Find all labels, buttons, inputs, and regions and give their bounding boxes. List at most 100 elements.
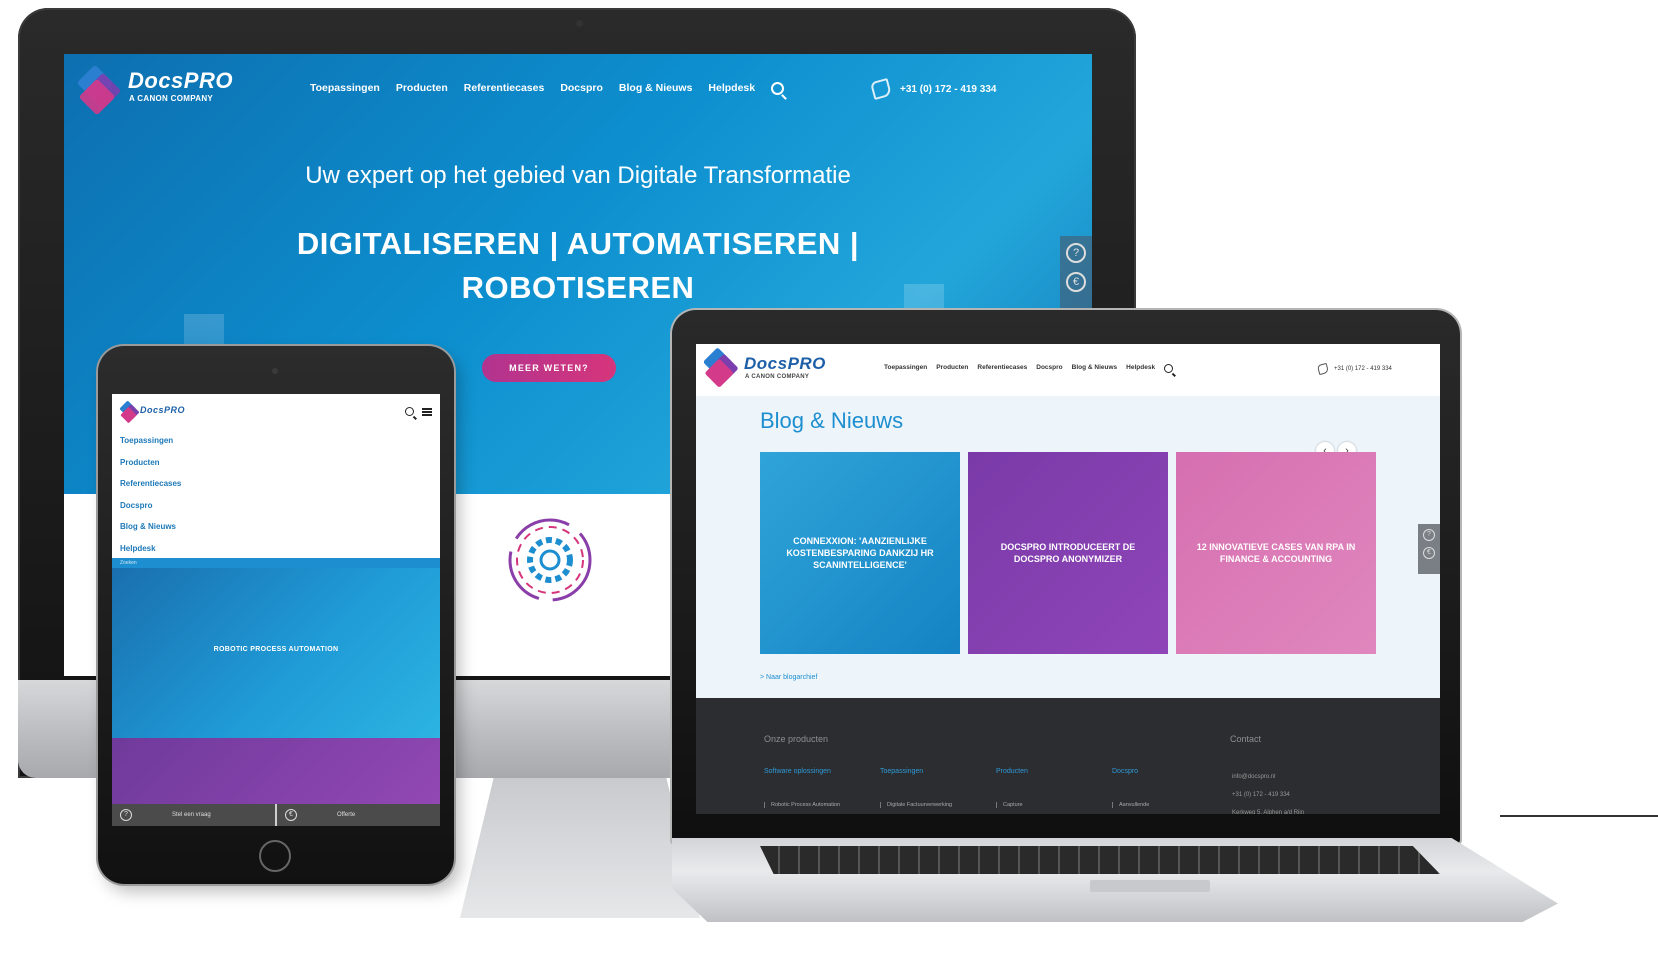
contact-email[interactable]: info@docspro.nl [1232, 768, 1304, 786]
search-icon[interactable] [1164, 364, 1174, 373]
logo-text: DocsPRO [744, 354, 826, 373]
tablet-menu: Toepassingen Producten Referentiecases D… [120, 430, 181, 559]
docspro-logo-icon[interactable] [119, 400, 140, 424]
tablet-purple-section [112, 738, 440, 812]
question-icon[interactable]: ? [1423, 529, 1435, 541]
footer-products-title: Onze producten [764, 734, 829, 744]
nav-link-blog[interactable]: Blog & Nieuws [1072, 364, 1118, 373]
search-icon[interactable] [405, 407, 414, 416]
logo-tagline: A CANON COMPANY [129, 94, 214, 103]
hero-title-line-2: ROBOTISEREN [461, 270, 695, 305]
nav-link-toepassingen[interactable]: Toepassingen [310, 82, 380, 95]
tablet-header: DocsPRO [112, 394, 440, 430]
laptop-nav-links: Toepassingen Producten Referentiecases D… [884, 364, 1174, 373]
monitor-stand [460, 778, 700, 918]
nav-link-blog[interactable]: Blog & Nieuws [619, 82, 693, 95]
footer-contact-title: Contact [1230, 734, 1262, 744]
footer-quote-label: Offerte [337, 812, 356, 818]
footer-link[interactable]: Digitale Factuurverwerking [880, 802, 996, 808]
footer-link[interactable]: Aanvullende [1112, 802, 1228, 808]
tablet-header-icons [405, 407, 432, 416]
laptop-phone[interactable]: +31 (0) 172 - 419 334 [1316, 362, 1392, 376]
menu-icon[interactable] [422, 407, 432, 416]
hero-subtitle: Uw expert op het gebied van Digitale Tra… [305, 162, 851, 189]
tablet-device: DocsPRO Toepassingen Producten Referenti… [98, 346, 454, 884]
nav-link-referentiecases[interactable]: Referentiecases [464, 82, 545, 95]
footer-ask-label: Stel een vraag [172, 812, 211, 818]
footer-column-docspro[interactable]: Docspro [1112, 768, 1228, 775]
side-toolbar: ? € [1418, 524, 1440, 574]
coin-icon[interactable]: € [1423, 547, 1435, 559]
phone-icon [869, 77, 893, 101]
footer-rows: Robotic Process Automation Digitale Fact… [764, 802, 1228, 808]
logo-text: DocsPRO [140, 405, 186, 415]
side-toolbar: ? € [1060, 236, 1092, 310]
logo-tagline: A CANON COMPANY [745, 374, 810, 380]
phone-number: +31 (0) 172 - 419 334 [900, 83, 997, 95]
nav-link-producten[interactable]: Producten [936, 364, 968, 373]
nav-link-producten[interactable]: Producten [396, 82, 448, 95]
hero-title-line-1: DIGITALISEREN | AUTOMATISEREN | [296, 226, 860, 261]
desktop-phone[interactable]: +31 (0) 172 - 419 334 [869, 77, 997, 101]
menu-item-toepassingen[interactable]: Toepassingen [120, 430, 181, 452]
tablet-camera [272, 368, 278, 374]
footer-column-producten[interactable]: Producten [996, 768, 1112, 775]
monitor-camera [576, 20, 583, 27]
coin-icon: € [285, 809, 297, 821]
menu-item-docspro[interactable]: Docspro [120, 495, 181, 517]
coin-icon[interactable]: € [1066, 272, 1086, 292]
nav-link-docspro[interactable]: Docspro [1036, 364, 1062, 373]
footer-column-toepassingen[interactable]: Toepassingen [880, 768, 996, 775]
footer-columns: Software oplossingen Toepassingen Produc… [764, 768, 1228, 775]
gear-icon [508, 518, 592, 602]
nav-link-docspro[interactable]: Docspro [560, 82, 603, 95]
blog-card[interactable]: DOCSPRO INTRODUCEERT DE DOCSPRO ANONYMIZ… [968, 452, 1168, 654]
menu-item-blog[interactable]: Blog & Nieuws [120, 516, 181, 538]
laptop-screen: DocsPRO A CANON COMPANY Toepassingen Pro… [696, 344, 1440, 814]
tablet-hero-title: ROBOTIC PROCESS AUTOMATION [213, 646, 339, 653]
blog-heading: Blog & Nieuws [760, 408, 904, 433]
blog-card[interactable]: 12 INNOVATIEVE CASES VAN RPA IN FINANCE … [1176, 452, 1376, 654]
tablet-ask-question[interactable]: ? Stel een vraag [112, 804, 275, 826]
blog-card-title: DOCSPRO INTRODUCEERT DE DOCSPRO ANONYMIZ… [1000, 542, 1136, 564]
menu-item-helpdesk[interactable]: Helpdesk [120, 538, 181, 560]
desktop-nav: DocsPRO A CANON COMPANY Toepassingen Pro… [64, 54, 1092, 144]
meer-weten-button[interactable]: MEER WETEN? [482, 354, 616, 382]
nav-link-referentiecases[interactable]: Referentiecases [977, 364, 1027, 373]
question-icon[interactable]: ? [1066, 243, 1086, 263]
divider-line [1500, 815, 1658, 817]
nav-link-toepassingen[interactable]: Toepassingen [884, 364, 927, 373]
laptop-keyboard [760, 846, 1440, 874]
search-icon[interactable] [771, 82, 785, 95]
desktop-nav-links: Toepassingen Producten Referentiecases D… [310, 82, 785, 95]
docspro-logo-icon[interactable] [76, 64, 122, 116]
blog-section: Blog & Nieuws ‹ › CONNEXXION: 'AANZIENLI… [696, 396, 1440, 698]
phone-icon [1316, 362, 1330, 376]
blog-card[interactable]: CONNEXXION: 'AANZIENLIJKE KOSTENBESPARIN… [760, 452, 960, 654]
laptop-nav: DocsPRO A CANON COMPANY Toepassingen Pro… [696, 344, 1440, 396]
menu-item-referentiecases[interactable]: Referentiecases [120, 473, 181, 495]
contact-address: Kerkweg 5, Alphen a/d Rijn [1232, 810, 1305, 814]
hero-title: DIGITALISEREN | AUTOMATISEREN | ROBOTISE… [64, 222, 1092, 310]
tablet-footer-bar: ? Stel een vraag € Offerte [112, 804, 440, 826]
laptop-footer: Onze producten Contact Software oplossin… [696, 698, 1440, 814]
tablet-home-button[interactable] [259, 840, 291, 872]
docspro-logo-icon[interactable] [702, 347, 739, 388]
tablet-quote[interactable]: € Offerte [275, 804, 440, 826]
footer-contact-list: info@docspro.nl +31 (0) 172 - 419 334 Ke… [1232, 768, 1304, 814]
nav-link-helpdesk[interactable]: Helpdesk [1126, 364, 1155, 373]
menu-item-producten[interactable]: Producten [120, 452, 181, 474]
footer-link[interactable]: Capture [996, 802, 1112, 808]
contact-phone[interactable]: +31 (0) 172 - 419 334 [1232, 786, 1304, 804]
footer-column-software[interactable]: Software oplossingen [764, 768, 880, 775]
blog-card-title: 12 INNOVATIEVE CASES VAN RPA IN FINANCE … [1196, 542, 1356, 564]
phone-number: +31 (0) 172 - 419 334 [1334, 366, 1392, 372]
blog-archive-link[interactable]: > Naar blogarchief [760, 674, 817, 681]
question-icon: ? [120, 809, 132, 821]
laptop-touchpad [1090, 880, 1210, 892]
footer-link[interactable]: Robotic Process Automation [764, 802, 880, 808]
nav-link-helpdesk[interactable]: Helpdesk [708, 82, 755, 95]
tablet-hero: ROBOTIC PROCESS AUTOMATION [112, 568, 440, 738]
tablet-section-label: Zoeken [112, 558, 440, 568]
logo-text: DocsPRO [128, 68, 233, 93]
